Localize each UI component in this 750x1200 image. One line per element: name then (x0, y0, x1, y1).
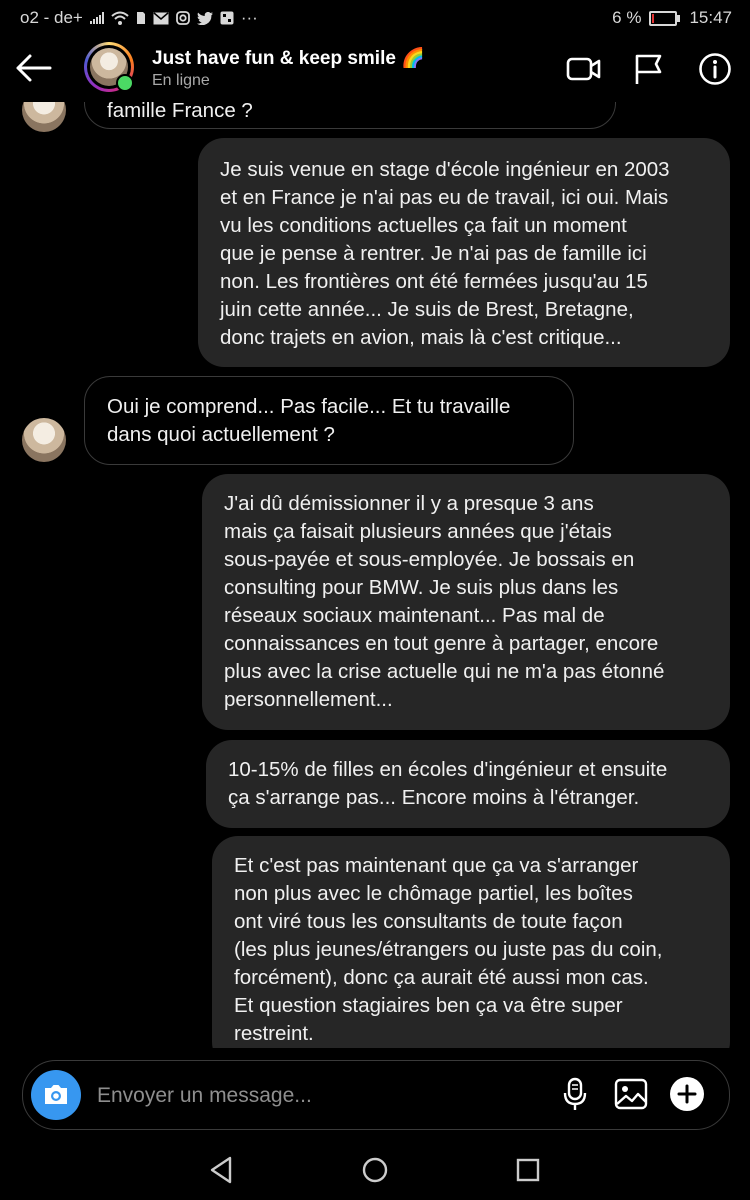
camera-icon (45, 1085, 67, 1104)
message-line: ça s'arrange pas... Encore moins à l'étr… (228, 786, 640, 809)
message-line: plus avec la crise actuelle qui ne m'a p… (224, 660, 665, 683)
message-line: Et question stagiaires ben ça va être su… (234, 994, 623, 1017)
signal-icon (89, 12, 104, 24)
battery-fill (652, 13, 655, 23)
gallery-icon (614, 1078, 648, 1110)
message-line: non. Les frontières ont été fermées jusq… (220, 270, 648, 293)
message-line: réseaux sociaux maintenant... Pas mal de (224, 604, 605, 627)
sim-icon (136, 12, 145, 24)
plus-icon (670, 1077, 704, 1111)
message-line: J'ai dû démissionner il y a presque 3 an… (224, 492, 594, 515)
status-left: o2 - de+ ··· (20, 8, 258, 28)
carrier-label: o2 - de+ (20, 8, 83, 27)
message-line: consulting pour BMW. Je suis plus dans l… (224, 576, 619, 599)
home-circle-icon (362, 1157, 388, 1183)
twitter-icon (196, 11, 213, 25)
message-line: que je pense à rentrer. Je n'ai pas de f… (220, 242, 647, 265)
battery-icon (649, 10, 681, 26)
instagram-icon (175, 11, 190, 25)
message-line: connaissances en tout genre à partager, … (224, 632, 659, 655)
video-call-icon (566, 57, 601, 81)
message-line: sous-payée et sous-employée. Je bossais … (224, 548, 635, 571)
clock: 15:47 (689, 8, 732, 27)
status-right: 6 % 15:47 (612, 8, 732, 28)
nav-back-button[interactable] (204, 1152, 240, 1188)
message-line: restreint. (234, 1022, 314, 1045)
contact-avatar[interactable] (84, 42, 134, 92)
message-input[interactable] (95, 1075, 539, 1117)
message-line: ont viré tous les consultants de toute f… (234, 910, 623, 933)
message-composer (22, 1060, 730, 1130)
message-list[interactable]: famille France ? Je suis venue en stage … (0, 102, 750, 1048)
sender-avatar[interactable] (22, 418, 66, 462)
message-line: Et c'est pas maintenant que ça va s'arra… (234, 854, 639, 877)
chat-header: Just have fun & keep smile 🌈 En ligne (0, 36, 750, 102)
back-arrow-icon (16, 54, 52, 82)
message-outgoing[interactable]: 10-15% de filles en écoles d'ingénieur e… (206, 740, 730, 828)
voice-message-button[interactable] (557, 1076, 593, 1112)
message-line: personnellement... (224, 688, 393, 711)
wifi-icon (111, 11, 129, 25)
message-outgoing[interactable]: Je suis venue en stage d'école ingénieur… (198, 138, 730, 367)
message-line: non plus avec le chômage partiel, les bo… (234, 882, 633, 905)
back-button[interactable] (14, 50, 54, 86)
message-line: Oui je comprend... Pas facile... Et tu t… (107, 395, 511, 418)
status-bar: o2 - de+ ··· 6 % 15:47 (0, 0, 750, 36)
message-line: dans quoi actuellement ? (107, 423, 335, 446)
info-icon (699, 53, 731, 85)
sender-avatar[interactable] (22, 102, 66, 132)
info-button[interactable] (698, 52, 734, 86)
message-outgoing[interactable]: J'ai dû démissionner il y a presque 3 an… (202, 474, 730, 730)
mail-icon (153, 11, 169, 24)
online-indicator (116, 74, 134, 92)
message-text: famille France ? (107, 102, 253, 122)
message-outgoing[interactable]: Et c'est pas maintenant que ça va s'arra… (212, 836, 730, 1048)
more-icon: ··· (240, 8, 258, 27)
message-line: Je suis venue en stage d'école ingénieur… (220, 158, 670, 181)
contact-name[interactable]: Just have fun & keep smile 🌈 (152, 46, 425, 70)
system-nav-bar (0, 1140, 750, 1200)
nav-home-button[interactable] (357, 1152, 393, 1188)
more-actions-button[interactable] (669, 1076, 705, 1112)
nav-recents-button[interactable] (510, 1152, 546, 1188)
back-triangle-icon (210, 1156, 232, 1184)
microphone-icon (563, 1077, 587, 1110)
message-line: (les plus jeunes/étrangers ou juste pas … (234, 938, 663, 961)
message-incoming[interactable]: Oui je comprend... Pas facile... Et tu t… (84, 376, 574, 465)
message-line: et en France je n'ai pas eu de travail, … (220, 186, 669, 209)
gallery-button[interactable] (613, 1076, 649, 1112)
video-call-button[interactable] (566, 52, 602, 86)
flag-icon (635, 54, 662, 84)
contact-status: En ligne (152, 72, 210, 89)
report-flag-button[interactable] (632, 52, 668, 86)
message-line: donc trajets en avion, mais là c'est cri… (220, 326, 622, 349)
battery-percent: 6 % (612, 8, 642, 27)
message-line: mais ça faisait plusieurs années que j'é… (224, 520, 612, 543)
camera-button[interactable] (31, 1070, 81, 1120)
message-line: vu les conditions actuelles ça fait un m… (220, 214, 627, 237)
gallery-icon (220, 11, 234, 25)
message-line: 10-15% de filles en écoles d'ingénieur e… (228, 758, 668, 781)
message-incoming[interactable]: famille France ? (84, 102, 616, 129)
recents-square-icon (516, 1158, 540, 1182)
message-line: juin cette année... Je suis de Brest, Br… (220, 298, 634, 321)
message-line: forcément), donc ça aurait été aussi mon… (234, 966, 649, 989)
